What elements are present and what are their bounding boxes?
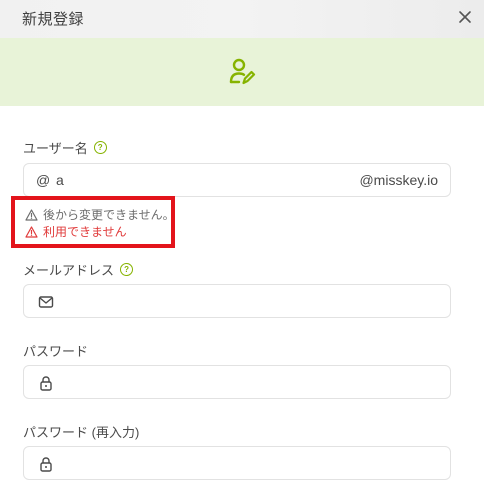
- lock-icon: [40, 457, 52, 472]
- dialog-banner: [0, 38, 484, 106]
- username-label-row: ユーザー名 ?: [23, 138, 107, 157]
- username-error-text: 利用できません: [43, 225, 127, 239]
- warning-icon: [25, 225, 38, 238]
- warning-icon: [25, 208, 38, 221]
- username-input[interactable]: @ a @misskey.io: [23, 163, 451, 197]
- dialog-title: 新規登録: [22, 11, 85, 28]
- close-button[interactable]: [454, 6, 476, 28]
- password-retype-label: パスワード (再入力): [23, 425, 140, 440]
- mail-icon: [38, 296, 54, 308]
- help-circle-icon[interactable]: ?: [120, 263, 134, 276]
- password-label: パスワード: [23, 344, 89, 359]
- username-prefix: @: [36, 172, 51, 188]
- username-host-suffix: @misskey.io: [359, 172, 438, 188]
- username-error: 利用できません: [25, 223, 127, 240]
- email-label-row: メールアドレス ?: [23, 260, 134, 279]
- lock-icon: [40, 376, 52, 391]
- password-label-row: パスワード: [23, 341, 88, 360]
- username-value: a: [56, 172, 64, 188]
- username-hint: 後から変更できません。: [25, 206, 175, 223]
- password-retype-label-row: パスワード (再入力): [23, 422, 139, 441]
- email-input[interactable]: [23, 284, 451, 318]
- password-retype-input[interactable]: [23, 446, 451, 480]
- signup-dialog: 新規登録 ユーザー名 ? @ a @misskey.io 後から変更できません。: [0, 0, 484, 496]
- username-hint-text: 後から変更できません。: [43, 208, 175, 222]
- dialog-header: 新規登録: [0, 0, 484, 38]
- help-circle-icon[interactable]: ?: [93, 141, 107, 154]
- user-edit-icon: [229, 58, 256, 85]
- email-label: メールアドレス: [23, 263, 115, 278]
- username-label: ユーザー名: [23, 141, 88, 156]
- password-input[interactable]: [23, 365, 451, 399]
- close-icon: [459, 11, 471, 23]
